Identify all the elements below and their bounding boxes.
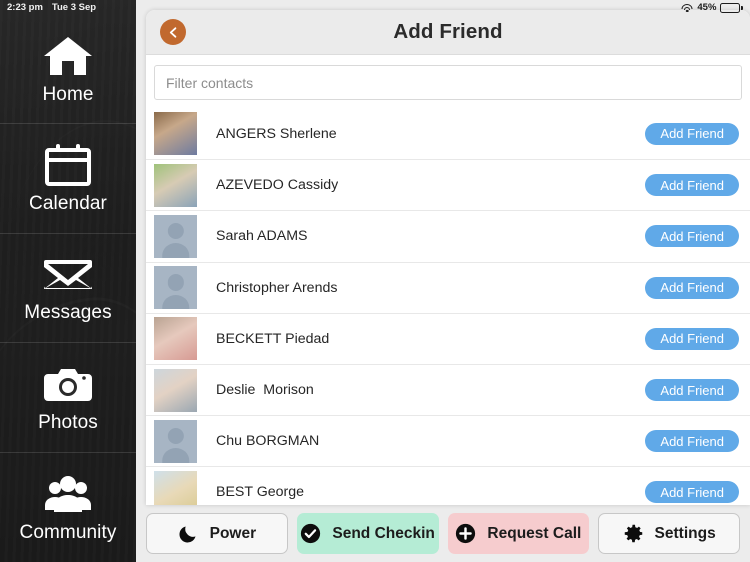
sidebar-item-home[interactable]: Home — [0, 15, 136, 125]
contact-name: ANGERS Sherlene — [216, 125, 337, 142]
sidebar-item-label: Calendar — [29, 193, 107, 215]
request-call-button[interactable]: Request Call — [447, 513, 590, 554]
avatar — [154, 112, 197, 156]
send-checkin-button[interactable]: Send Checkin — [296, 513, 439, 554]
contact-name: BECKETT Piedad — [216, 330, 330, 347]
moon-icon — [178, 523, 199, 544]
sidebar-item-label: Community — [19, 521, 117, 543]
settings-button[interactable]: Settings — [598, 513, 740, 554]
back-button[interactable] — [160, 19, 186, 45]
gear-icon — [623, 523, 644, 544]
envelope-icon — [42, 251, 94, 297]
chevron-left-icon — [169, 26, 176, 38]
table-row[interactable]: BECKETT Piedad Add Friend — [146, 312, 750, 364]
page-title: Add Friend — [393, 20, 503, 43]
add-friend-button[interactable]: Add Friend — [645, 122, 739, 145]
contact-name: Sarah ADAMS — [216, 228, 308, 245]
panel-header: Add Friend — [146, 10, 750, 55]
toolbar-button-label: Send Checkin — [332, 524, 435, 542]
add-friend-panel: Add Friend ANGERS SherleneAdd FriendAZEV… — [146, 10, 750, 505]
avatar — [154, 266, 197, 310]
table-row[interactable]: Sarah ADAMS Add Friend — [146, 210, 750, 261]
power-button[interactable]: Power — [146, 513, 288, 554]
add-friend-button[interactable]: Add Friend — [645, 174, 739, 197]
add-friend-button[interactable]: Add Friend — [645, 481, 739, 504]
toolbar-button-label: Power — [209, 524, 257, 542]
search-input[interactable] — [154, 65, 742, 100]
sidebar: Home Calendar Messages Photos Community — [0, 0, 136, 562]
table-row[interactable]: Deslie Morison Add Friend — [146, 363, 750, 415]
plus-circle-icon — [455, 523, 476, 544]
filter-row — [146, 55, 750, 100]
sidebar-item-messages[interactable]: Messages — [0, 234, 136, 344]
main-area: Add Friend ANGERS SherleneAdd FriendAZEV… — [136, 0, 750, 562]
contact-name: BEST George — [216, 484, 305, 501]
add-friend-button[interactable]: Add Friend — [645, 276, 739, 299]
add-friend-button[interactable]: Add Friend — [645, 225, 739, 248]
add-friend-button[interactable]: Add Friend — [645, 327, 739, 350]
table-row[interactable]: AZEVEDO Cassidy Add Friend — [146, 159, 750, 210]
toolbar-button-label: Request Call — [487, 524, 582, 542]
placeholder-avatar-icon — [154, 214, 197, 258]
people-group-icon — [42, 471, 94, 517]
sidebar-item-calendar[interactable]: Calendar — [0, 124, 136, 234]
home-icon — [42, 33, 94, 79]
contact-name: Deslie Morison — [216, 382, 314, 399]
avatar — [154, 368, 197, 412]
sidebar-nav: Home Calendar Messages Photos Community — [0, 0, 136, 562]
add-friend-button[interactable]: Add Friend — [645, 430, 739, 453]
camera-icon — [42, 361, 94, 407]
contact-name: Chu BORGMAN — [216, 433, 320, 450]
table-row[interactable]: Chu BORGMAN Add Friend — [146, 415, 750, 466]
sidebar-item-label: Home — [42, 83, 94, 105]
check-circle-icon — [300, 523, 321, 544]
app-root: 2:23 pm Tue 3 Sep 45% Home Calendar Mess… — [0, 0, 750, 562]
contact-name: Christopher Arends — [216, 279, 338, 296]
add-friend-button[interactable]: Add Friend — [645, 379, 739, 402]
sidebar-item-community[interactable]: Community — [0, 453, 136, 562]
sidebar-item-photos[interactable]: Photos — [0, 343, 136, 453]
table-row[interactable]: Christopher Arends Add Friend — [146, 261, 750, 313]
sidebar-item-label: Messages — [24, 302, 112, 324]
table-row[interactable]: ANGERS Sherlene Add Friend — [146, 108, 750, 159]
toolbar-button-label: Settings — [654, 524, 716, 542]
avatar — [154, 317, 197, 361]
avatar — [154, 163, 197, 207]
contact-list[interactable]: ANGERS Sherlene Add Friend AZEVEDO Cassidy… — [146, 100, 750, 505]
avatar — [154, 214, 197, 258]
avatar — [154, 470, 197, 505]
placeholder-avatar-icon — [154, 419, 197, 463]
table-row[interactable]: BEST George Add Friend — [146, 466, 750, 505]
calendar-icon — [42, 142, 94, 188]
avatar — [154, 419, 197, 463]
sidebar-item-label: Photos — [38, 411, 98, 433]
contact-name: AZEVEDO Cassidy — [216, 177, 339, 194]
placeholder-avatar-icon — [154, 266, 197, 310]
bottom-toolbar: Power Send Checkin Request Call Settings — [136, 505, 750, 562]
